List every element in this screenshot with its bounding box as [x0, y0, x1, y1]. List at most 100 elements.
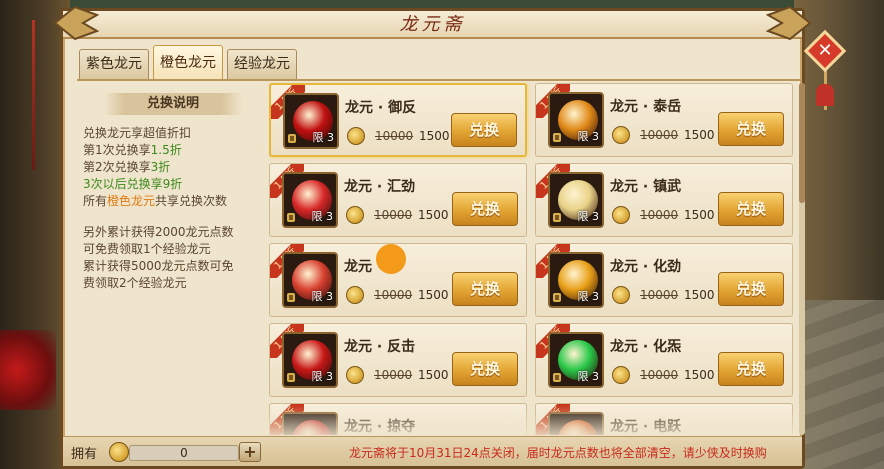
coin-icon [612, 366, 630, 384]
limit-label: 限 3 [577, 370, 600, 383]
corner-ornament-left-icon [53, 5, 99, 41]
original-price: 10000 [640, 128, 679, 142]
coin-icon [612, 286, 630, 304]
original-price: 10000 [374, 288, 413, 302]
dragon-orb-icon: 限 3 [548, 172, 604, 228]
tab-purple-dragon[interactable]: 紫色龙元 [79, 49, 149, 79]
owned-points-field: 0 [129, 445, 239, 461]
coin-icon [612, 126, 630, 144]
discount-price: 1500 [419, 129, 450, 143]
rules-line: 兑换龙元享超值折扣 [83, 126, 192, 140]
rules-line: 3次以后兑换享9折 [83, 177, 183, 191]
rules-line: 累计获得5000龙元点数可免 [83, 259, 234, 273]
exchange-button[interactable]: 兑换 [718, 272, 784, 306]
shop-window: 龙元斋 紫色龙元 橙色龙元 经验龙元 兑换说明 兑换龙元享超值折扣 第1次兑换享… [53, 5, 812, 469]
dragon-orb-icon: 限 3 [548, 252, 604, 308]
title-bar: 龙元斋 [63, 11, 802, 39]
bottom-bar: 拥有 0 + 龙元斋将于10月31日24点关闭，届时龙元点数也将全部清空，请少侠… [63, 436, 802, 466]
exchange-button[interactable]: 兑换 [451, 113, 517, 147]
coin-icon [346, 366, 364, 384]
exchange-button[interactable]: 兑换 [452, 192, 518, 226]
owned-label: 拥有 [71, 447, 98, 462]
item-card[interactable]: 1.5折限 3龙元 · 御反100001500兑换 [269, 83, 527, 157]
scrollbar-thumb[interactable] [799, 83, 805, 203]
rules-title: 兑换说明 [104, 93, 242, 115]
lock-icon [287, 213, 295, 222]
item-name: 龙元 · 汇劲 [344, 179, 416, 195]
limit-label: 限 3 [311, 370, 334, 383]
limit-label: 限 3 [577, 210, 600, 223]
rules-line: 第1次兑换享1.5折 [83, 143, 182, 157]
limit-label: 限 3 [577, 290, 600, 303]
discount-price: 1500 [684, 368, 715, 382]
hanging-rope-left [32, 20, 35, 170]
scrollbar[interactable] [799, 83, 805, 435]
lock-icon [287, 293, 295, 302]
original-price: 10000 [640, 288, 679, 302]
discount-price: 1500 [418, 368, 449, 382]
list-fade [269, 405, 797, 435]
limit-label: 限 3 [577, 130, 600, 143]
discount-price: 1500 [418, 288, 449, 302]
exchange-button[interactable]: 兑换 [452, 272, 518, 306]
coin-icon [346, 286, 364, 304]
item-grid: 1.5折限 3龙元 · 御反100001500兑换1.5折限 3龙元 · 泰岳1… [269, 83, 797, 435]
item-card[interactable]: 1.5折限 3龙元 · 泰岳100001500兑换 [535, 83, 793, 157]
item-card[interactable]: 1.5折限 3龙元 · 反击100001500兑换 [269, 323, 527, 397]
coin-icon [346, 206, 364, 224]
exchange-rules-panel: 兑换说明 兑换龙元享超值折扣 第1次兑换享1.5折 第2次兑换享3折 3次以后兑… [79, 89, 267, 434]
dragon-orb-icon: 限 3 [548, 92, 604, 148]
discount-price: 1500 [418, 208, 449, 222]
item-card[interactable]: 1.5折限 3龙元 · 化劲100001500兑换 [535, 243, 793, 317]
lock-icon [553, 213, 561, 222]
exchange-button[interactable]: 兑换 [718, 112, 784, 146]
coin-icon [109, 442, 129, 462]
lock-icon [553, 133, 561, 142]
original-price: 10000 [375, 129, 414, 143]
item-card[interactable]: 1.5折限 3龙元 · 化炁100001500兑换 [535, 323, 793, 397]
touch-indicator [376, 244, 406, 274]
original-price: 10000 [374, 368, 413, 382]
item-card[interactable]: 1.5折限 3龙元 · 镇武100001500兑换 [535, 163, 793, 237]
exchange-button[interactable]: 兑换 [718, 352, 784, 386]
close-icon[interactable]: ✕ [810, 36, 840, 66]
background-red-object [0, 330, 56, 410]
tab-exp-dragon[interactable]: 经验龙元 [227, 49, 297, 79]
background-stone-floor [794, 300, 884, 469]
tab-underline [77, 79, 801, 81]
tab-bar: 紫色龙元 橙色龙元 经验龙元 [79, 45, 297, 79]
discount-price: 1500 [684, 208, 715, 222]
lock-icon [287, 373, 295, 382]
closing-notice: 龙元斋将于10月31日24点关闭，届时龙元点数也将全部清空，请少侠及时换购 [349, 446, 767, 460]
tab-orange-dragon[interactable]: 橙色龙元 [153, 45, 223, 79]
window-title: 龙元斋 [399, 14, 466, 35]
corner-ornament-right-icon [766, 5, 812, 41]
original-price: 10000 [640, 208, 679, 222]
original-price: 10000 [640, 368, 679, 382]
rules-line: 费领取2个经验龙元 [83, 276, 187, 290]
limit-label: 限 3 [312, 131, 335, 144]
lock-icon [288, 134, 296, 143]
rules-line: 所有橙色龙元共享兑换次数 [83, 194, 228, 208]
discount-price: 1500 [684, 128, 715, 142]
item-name: 龙元 · 反击 [344, 339, 416, 355]
item-name: 龙元 · 化劲 [610, 259, 682, 275]
coin-icon [612, 206, 630, 224]
dragon-orb-icon: 限 3 [548, 332, 604, 388]
dragon-orb-icon: 限 3 [282, 172, 338, 228]
original-price: 10000 [374, 208, 413, 222]
item-name: 龙元 · 御反 [345, 100, 417, 116]
limit-label: 限 3 [311, 210, 334, 223]
item-name: 龙元 · 化炁 [610, 339, 682, 355]
item-card[interactable]: 1.5折限 3龙元 · 汇劲100001500兑换 [269, 163, 527, 237]
tassel-icon [816, 84, 834, 106]
exchange-button[interactable]: 兑换 [452, 352, 518, 386]
discount-price: 1500 [684, 288, 715, 302]
exchange-button[interactable]: 兑换 [718, 192, 784, 226]
rules-line: 另外累计获得2000龙元点数 [83, 225, 234, 239]
rules-line: 可免费领取1个经验龙元 [83, 242, 211, 256]
limit-label: 限 3 [311, 290, 334, 303]
lock-icon [553, 373, 561, 382]
add-points-button[interactable]: + [239, 442, 261, 462]
lock-icon [553, 293, 561, 302]
